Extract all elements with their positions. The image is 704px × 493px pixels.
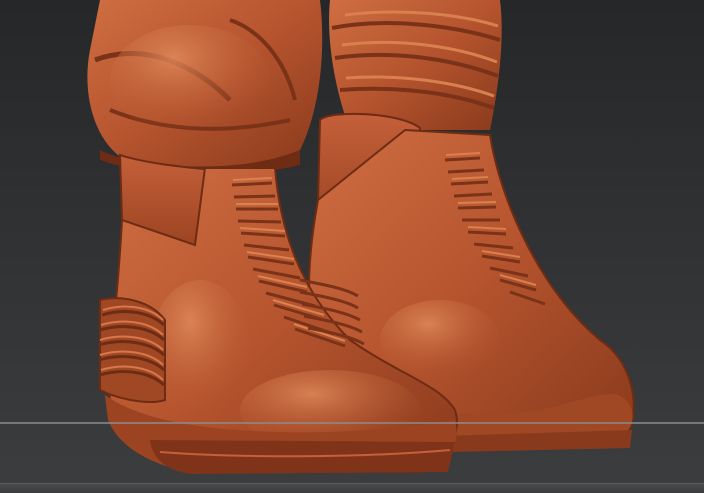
3d-viewport[interactable] [0, 0, 704, 492]
viewport-canvas[interactable] [0, 0, 704, 492]
heel-coil [98, 297, 166, 403]
